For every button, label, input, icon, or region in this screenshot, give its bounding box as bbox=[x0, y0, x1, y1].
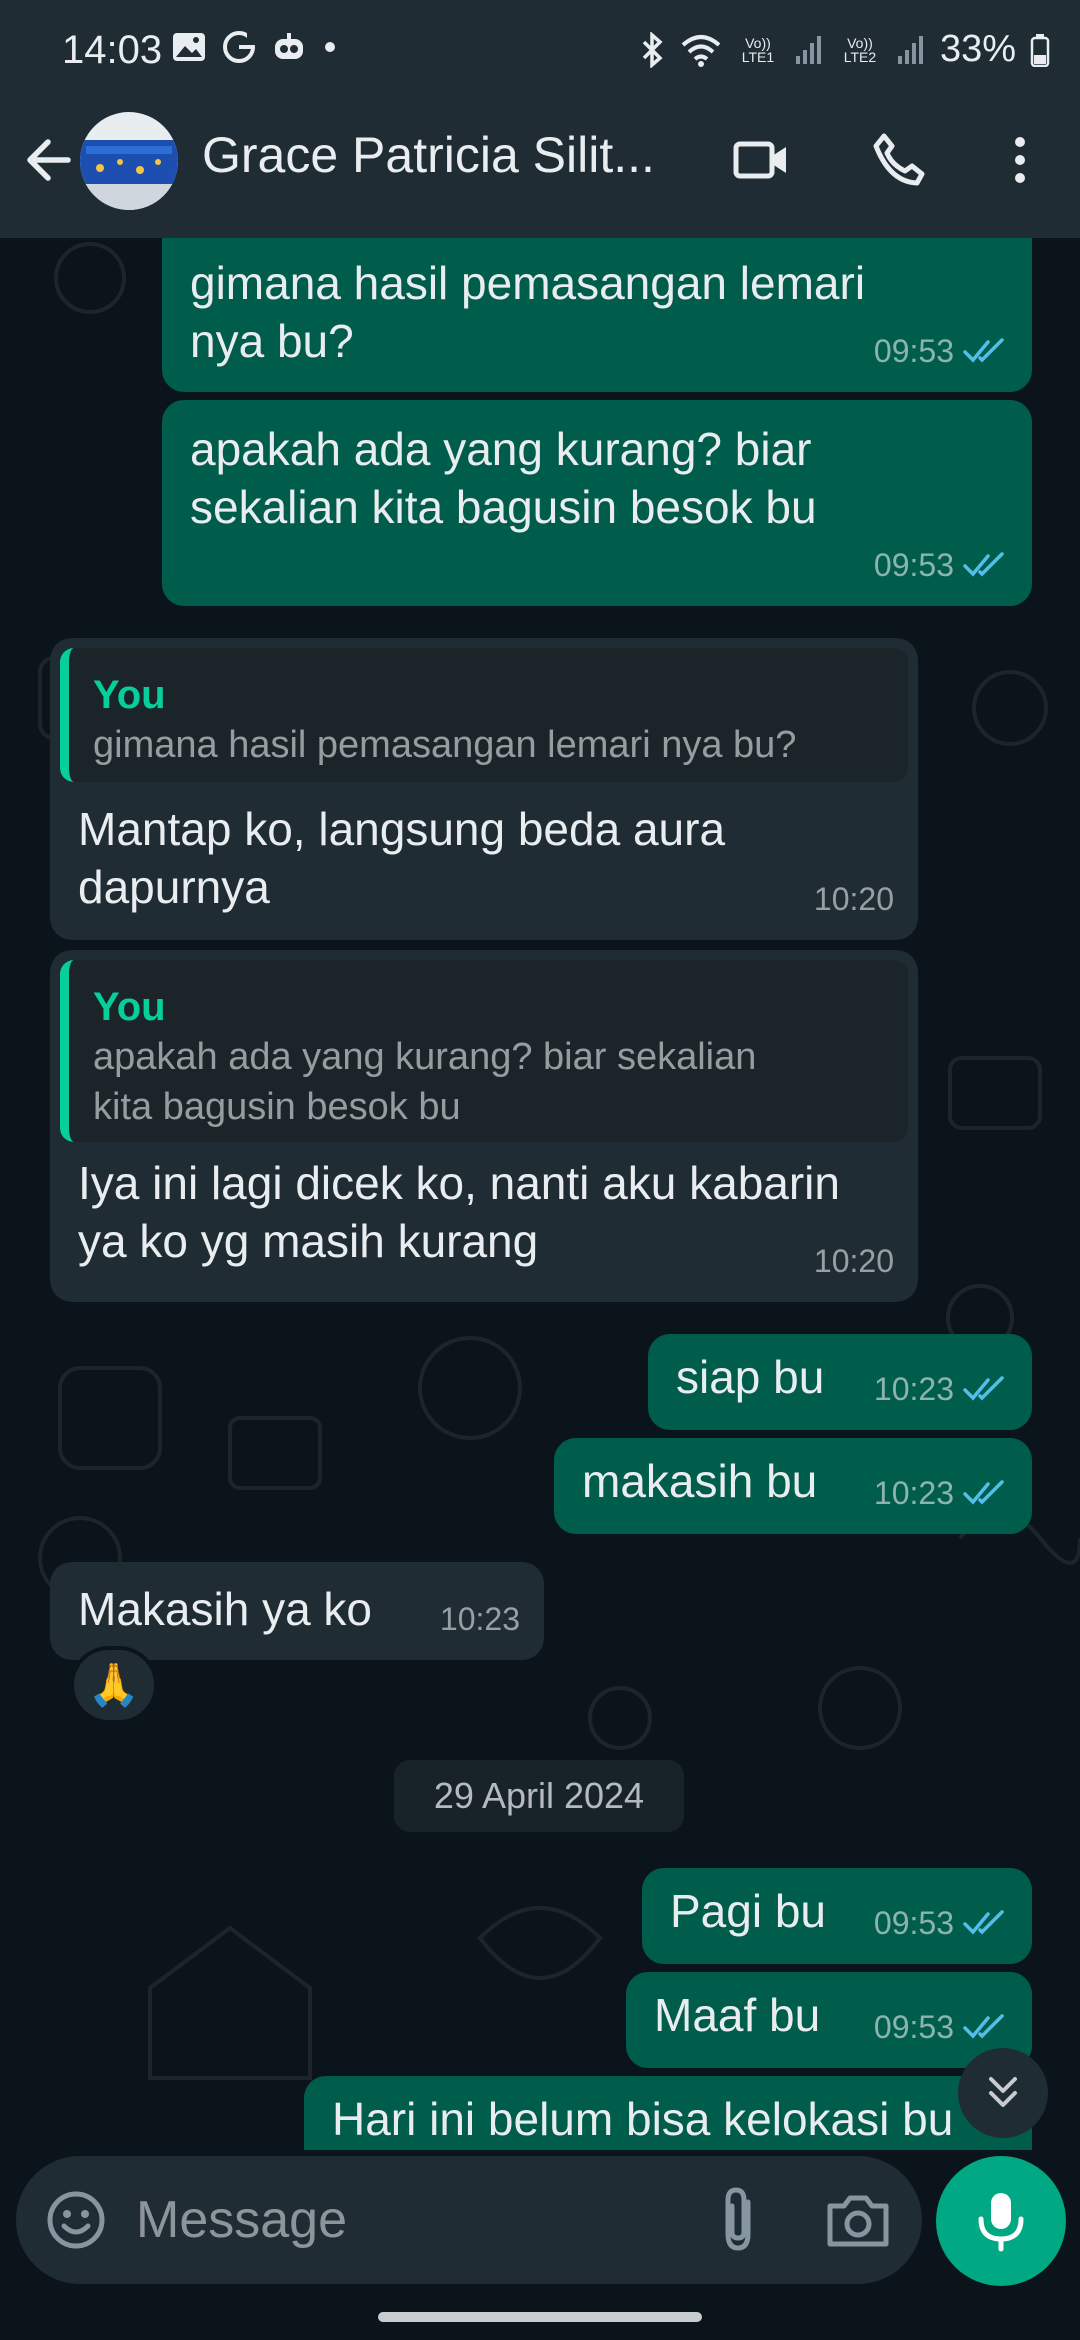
sim1-label: Vo)) LTE1 bbox=[741, 34, 775, 65]
read-ticks-icon bbox=[963, 338, 1004, 363]
quote-text: apakah ada yang kurang? biar sekalian ki… bbox=[93, 1036, 757, 1128]
message-text: apakah ada yang kurang? biar sekalian ki… bbox=[190, 423, 817, 533]
double-chevron-down-icon bbox=[989, 2077, 1017, 2107]
message-time: 09:53 bbox=[873, 1905, 954, 1941]
message-time: 09:53 bbox=[873, 333, 954, 369]
read-ticks-icon bbox=[963, 2014, 1004, 2039]
bluetooth-icon bbox=[642, 31, 663, 68]
quoted-message[interactable]: You apakah ada yang kurang? biar sekalia… bbox=[60, 960, 908, 1142]
voice-call-icon[interactable] bbox=[868, 130, 928, 190]
message-meta: 09:53 bbox=[874, 536, 1008, 594]
outgoing-message[interactable]: siap bu 10:23 bbox=[648, 1334, 1032, 1430]
avatar-image bbox=[80, 112, 178, 210]
outgoing-message[interactable]: Hari ini belum bisa kelokasi bu bbox=[304, 2076, 1032, 2150]
home-indicator[interactable] bbox=[378, 2312, 702, 2322]
message-text: Hari ini belum bisa kelokasi bu bbox=[332, 2093, 954, 2145]
message-text: Maaf bu bbox=[654, 1989, 821, 2041]
read-ticks-icon bbox=[963, 1480, 1004, 1505]
message-time: 10:23 bbox=[873, 1371, 954, 1407]
read-ticks-icon bbox=[963, 1910, 1004, 1935]
video-call-icon[interactable] bbox=[732, 130, 792, 190]
read-ticks-icon bbox=[963, 552, 1004, 577]
contact-avatar[interactable] bbox=[80, 112, 178, 210]
chat-area[interactable]: gimana hasil pemasangan lemari nya bu? 0… bbox=[0, 238, 1080, 2150]
gallery-icon bbox=[173, 33, 205, 61]
message-meta: 09:53 bbox=[874, 322, 1008, 380]
status-time: 14:03 bbox=[62, 28, 163, 72]
outgoing-message[interactable]: gimana hasil pemasangan lemari nya bu? 0… bbox=[162, 238, 1032, 392]
more-options-icon[interactable] bbox=[990, 130, 1050, 190]
read-ticks-icon bbox=[963, 1376, 1004, 1401]
date-separator: 29 April 2024 bbox=[394, 1760, 684, 1832]
quote-author: You bbox=[93, 673, 166, 717]
message-meta: 09:53 bbox=[874, 1998, 1008, 2056]
attach-icon[interactable] bbox=[706, 2186, 770, 2254]
outgoing-message[interactable]: makasih bu 10:23 bbox=[554, 1438, 1032, 1534]
chat-header: Grace Patricia Silit... bbox=[0, 100, 1080, 238]
signal-icon bbox=[795, 35, 821, 64]
outgoing-message[interactable]: apakah ada yang kurang? biar sekalian ki… bbox=[162, 400, 1032, 606]
voice-message-button[interactable] bbox=[936, 2156, 1066, 2286]
message-text: Iya ini lagi dicek ko, nanti aku kabarin… bbox=[78, 1157, 840, 1267]
message-text: Pagi bu bbox=[670, 1885, 827, 1937]
battery-icon bbox=[1030, 33, 1050, 67]
message-text: Makasih ya ko bbox=[78, 1583, 373, 1635]
outgoing-message[interactable]: Pagi bu 09:53 bbox=[642, 1868, 1032, 1964]
incoming-message[interactable]: You apakah ada yang kurang? biar sekalia… bbox=[50, 950, 918, 1302]
quote-text: gimana hasil pemasangan lemari nya bu? bbox=[93, 724, 797, 766]
battery-percent: 33% bbox=[939, 28, 1016, 70]
message-meta: 10:23 bbox=[440, 1590, 520, 1648]
scroll-to-bottom-button[interactable] bbox=[958, 2048, 1048, 2138]
camera-icon[interactable] bbox=[824, 2188, 892, 2252]
microphone-icon bbox=[978, 2193, 1024, 2252]
message-meta: 10:20 bbox=[814, 870, 894, 928]
back-arrow-icon[interactable] bbox=[18, 130, 78, 190]
message-time: 10:23 bbox=[873, 1475, 954, 1511]
wifi-icon bbox=[681, 34, 721, 67]
message-input-bar: Message bbox=[16, 2156, 922, 2284]
message-input[interactable]: Message bbox=[136, 2190, 347, 2250]
system-icons: Vo)) LTE1 Vo)) LTE2 33% bbox=[640, 28, 1050, 71]
emoji-icon[interactable] bbox=[44, 2188, 108, 2252]
robot-icon bbox=[275, 33, 303, 59]
status-bar: 14:03 Vo)) LTE1 Vo)) LTE2 33% bbox=[0, 0, 1080, 100]
message-time: 09:53 bbox=[873, 547, 954, 583]
message-meta: 10:23 bbox=[874, 1360, 1008, 1418]
message-meta: 10:20 bbox=[814, 1232, 894, 1290]
message-text: gimana hasil pemasangan lemari nya bu? bbox=[190, 257, 866, 367]
message-text: Mantap ko, langsung beda aura dapurnya bbox=[78, 803, 726, 913]
sim2-label: Vo)) LTE2 bbox=[843, 34, 877, 65]
outgoing-message[interactable]: Maaf bu 09:53 bbox=[626, 1972, 1032, 2068]
message-meta: 10:23 bbox=[874, 1464, 1008, 1522]
contact-name[interactable]: Grace Patricia Silit... bbox=[202, 126, 682, 184]
message-time: 09:53 bbox=[873, 2009, 954, 2045]
g-icon bbox=[223, 31, 255, 63]
incoming-message[interactable]: You gimana hasil pemasangan lemari nya b… bbox=[50, 638, 918, 940]
message-time: 10:20 bbox=[813, 1243, 894, 1279]
message-text: siap bu bbox=[676, 1351, 825, 1403]
incoming-message[interactable]: Makasih ya ko 10:23 bbox=[50, 1562, 544, 1660]
dot-icon bbox=[325, 42, 335, 52]
quoted-message[interactable]: You gimana hasil pemasangan lemari nya b… bbox=[60, 648, 908, 782]
notification-icons bbox=[172, 30, 338, 64]
message-text: makasih bu bbox=[582, 1455, 818, 1507]
quote-author: You bbox=[93, 985, 166, 1029]
message-meta: 09:53 bbox=[874, 1894, 1008, 1952]
message-time: 10:23 bbox=[439, 1601, 520, 1637]
message-time: 10:20 bbox=[813, 881, 894, 917]
message-reaction[interactable]: 🙏 bbox=[70, 1646, 158, 1724]
signal-icon bbox=[897, 35, 923, 64]
